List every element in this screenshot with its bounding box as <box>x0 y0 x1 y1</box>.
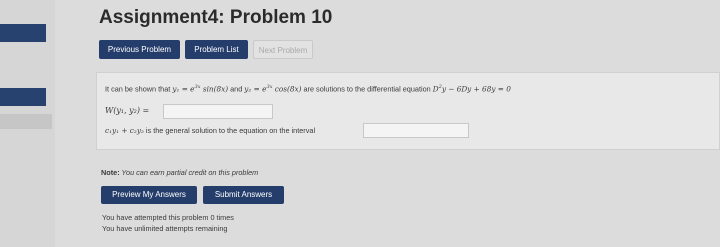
and-text: and <box>228 84 245 94</box>
remaining-attempts-status: You have unlimited attempts remaining <box>102 224 228 233</box>
next-problem-button: Next Problem <box>253 40 313 59</box>
interval-input[interactable] <box>363 123 469 138</box>
partial-credit-note: Note: You can earn partial credit on thi… <box>101 168 258 177</box>
general-solution-statement: c₁y₁ + c₂y₂ is the general solution to t… <box>105 126 315 135</box>
sidebar-nav-item[interactable] <box>0 88 46 106</box>
main-content: Assignment4: Problem 10 Previous Problem… <box>86 0 720 247</box>
de-rest: y − 6Dy + 68y = 0 <box>441 84 511 94</box>
sidebar <box>0 0 55 247</box>
general-solution-text: is the general solution to the equation … <box>143 126 316 135</box>
previous-problem-button[interactable]: Previous Problem <box>99 40 180 59</box>
page-title: Assignment4: Problem 10 <box>99 7 333 28</box>
problem-intro: It can be shown that <box>105 84 171 94</box>
note-label: Note: <box>101 168 120 177</box>
y1-eq: = e <box>179 84 195 94</box>
wronskian-label: W(y₁, y₂) = <box>105 106 150 115</box>
attempts-status: You have attempted this problem 0 times <box>102 213 234 222</box>
wronskian-input[interactable] <box>163 104 273 119</box>
preview-answers-button[interactable]: Preview My Answers <box>101 186 197 204</box>
general-solution-math: c₁y₁ + c₂y₂ <box>105 126 144 135</box>
y1-rest: sin(8x) <box>200 84 229 94</box>
are-text: are solutions to the differential equati… <box>301 84 433 94</box>
sidebar-block <box>0 114 52 129</box>
problem-statement: It can be shown that y₁ = e3x sin(8x) an… <box>105 84 511 93</box>
problem-list-button[interactable]: Problem List <box>185 40 248 59</box>
submit-answers-button[interactable]: Submit Answers <box>203 186 284 204</box>
sidebar-nav-item[interactable] <box>0 24 46 42</box>
y2-eq: = e <box>251 84 267 94</box>
note-text: You can earn partial credit on this prob… <box>119 168 259 177</box>
problem-panel: It can be shown that y₁ = e3x sin(8x) an… <box>96 72 720 150</box>
y2-rest: cos(8x) <box>272 84 302 94</box>
